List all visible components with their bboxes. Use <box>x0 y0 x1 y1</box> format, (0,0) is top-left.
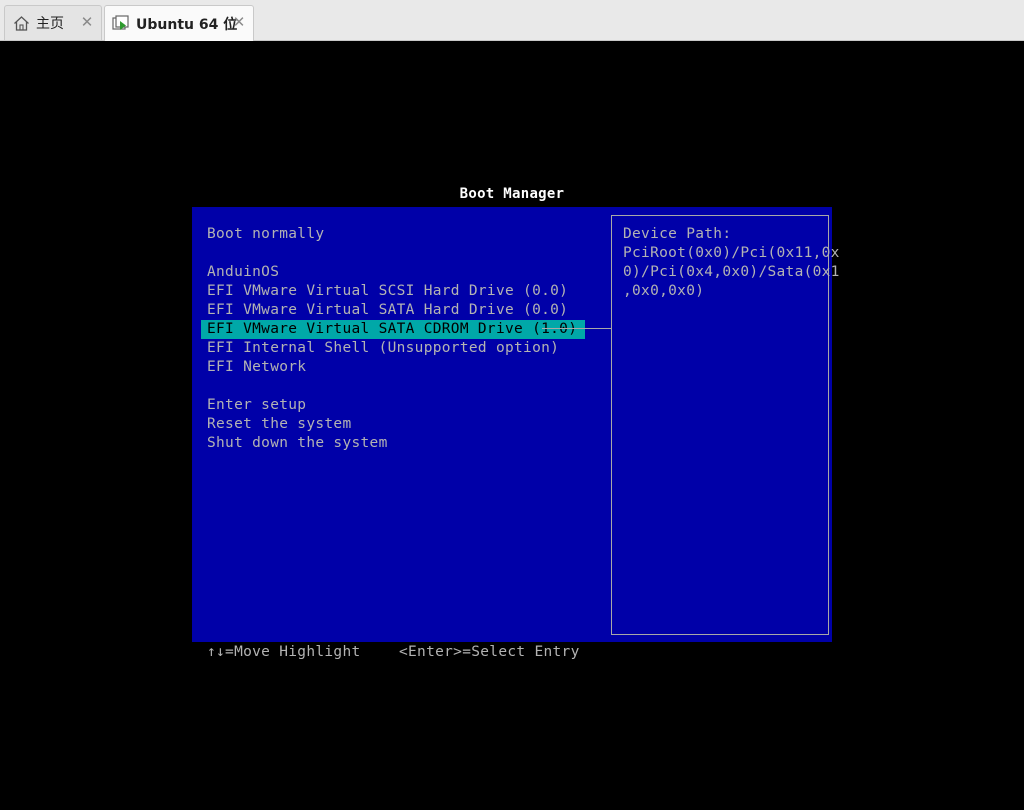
close-icon[interactable]: ✕ <box>80 15 94 30</box>
boot-option-sata-cdrom-selected[interactable]: EFI VMware Virtual SATA CDROM Drive (1.0… <box>201 320 586 339</box>
device-path-line: ,0x0,0x0) <box>623 283 705 299</box>
device-path-line: 0)/Pci(0x4,0x0)/Sata(0x1 <box>623 264 840 280</box>
footer-select-hint: <Enter>=Select Entry <box>399 644 580 660</box>
boot-option-boot-normally[interactable]: Boot normally <box>207 225 324 244</box>
home-icon <box>12 14 30 32</box>
boot-option-internal-shell[interactable]: EFI Internal Shell (Unsupported option) <box>207 339 559 358</box>
tab-ubuntu-vm[interactable]: Ubuntu 64 位 ✕ <box>104 5 254 41</box>
boot-option-anduinos[interactable]: AnduinOS <box>207 263 279 282</box>
boot-option-scsi-hard-drive[interactable]: EFI VMware Virtual SCSI Hard Drive (0.0) <box>207 282 568 301</box>
boot-option-reset-system[interactable]: Reset the system <box>207 415 351 434</box>
boot-option-shut-down[interactable]: Shut down the system <box>207 434 388 453</box>
boot-option-enter-setup[interactable]: Enter setup <box>207 396 306 415</box>
device-path-label: Device Path: <box>623 226 732 242</box>
tab-bar: 主页 ✕ Ubuntu 64 位 ✕ <box>0 0 1024 41</box>
selection-connector-line <box>542 328 612 329</box>
vm-icon <box>112 14 130 33</box>
close-icon[interactable]: ✕ <box>232 15 246 30</box>
boot-option-sata-hard-drive[interactable]: EFI VMware Virtual SATA Hard Drive (0.0) <box>207 301 568 320</box>
device-path-info: Device Path: PciRoot(0x0)/Pci(0x11,0x 0)/P… <box>623 225 840 301</box>
footer-move-hint: ↑↓=Move Highlight <box>207 644 361 660</box>
boot-option-efi-network[interactable]: EFI Network <box>207 358 306 377</box>
tab-home-label: 主页 <box>36 16 64 32</box>
boot-manager-title: Boot Manager <box>459 186 565 202</box>
device-path-line: PciRoot(0x0)/Pci(0x11,0x <box>623 245 840 261</box>
tab-ubuntu-label: Ubuntu 64 位 <box>136 16 238 33</box>
tab-home[interactable]: 主页 ✕ <box>4 5 102 40</box>
